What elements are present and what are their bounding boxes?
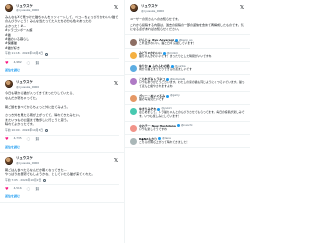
tweet-1[interactable]: リュウスケ @ryusuke_0000 𝕏 みんなもXで見つけた猫ちゃんをリツイ… — [0, 0, 124, 77]
reply-avatar[interactable] — [130, 78, 137, 86]
tweet-2[interactable]: リュウスケ @ryusuke_0000 𝕏 今日も朝から猫が入ってきてまったりし… — [0, 76, 124, 153]
reply-avatar[interactable] — [130, 52, 137, 60]
avatar[interactable] — [5, 80, 13, 89]
tweet-meta: 午前 7:05 · 2024年10月2日 — [5, 178, 119, 183]
reply-avatar[interactable] — [130, 39, 137, 47]
reply-item[interactable]: みどり#かわいい @midori 猫ちゃんかわいいです！まったりとした時間がいいです… — [125, 49, 250, 63]
tweet-time[interactable]: 午前 11:18 · 2024年10月4日 — [5, 51, 43, 56]
heart-icon[interactable]: ♥ — [5, 186, 9, 191]
avatar[interactable] — [5, 4, 13, 12]
tweet-3[interactable]: リュウスケ @ryusuke_0000 𝕏 朝ごはん食べたらなんだか眠くなってき… — [0, 153, 124, 203]
tweet-header: リュウスケ @ryusuke_0000 𝕏 — [5, 3, 119, 13]
tweet-header: リュウスケ @ryusuke_0000 𝕏 — [5, 79, 119, 89]
author-handle[interactable]: @ryusuke_0000 — [16, 161, 113, 165]
reply-item[interactable]: ゆきりみぞれ @yukiri はじめまして。トラ猫ちゃんとのんびりさせてもらってます… — [125, 105, 250, 122]
heart-icon[interactable]: ♥ — [5, 60, 9, 65]
reply-item[interactable]: けんじ🍙 Ryu Aoyaragi @kenji_ao これはかわいい。猫と日々 応… — [125, 36, 250, 50]
reply-content: なおチー New Hashdana @naochi いつも楽しそうですね — [139, 124, 245, 132]
author-handle[interactable]: @ryusuke_0000 — [141, 9, 239, 13]
reply-text: これはかわいい。猫と日々 応援しています！ — [139, 41, 196, 46]
tweet-time[interactable]: 午前 7:05 · 2024年10月2日 — [5, 178, 41, 183]
reply-icon[interactable]: ◌ — [27, 60, 31, 65]
reply-avatar[interactable] — [130, 95, 137, 103]
reply-item[interactable]: ガリー・ぬいぐるみ @garry 猫の写真見たいです — [125, 92, 250, 106]
like-count: 4,982 — [13, 59, 22, 64]
verified-badge-icon — [165, 94, 169, 98]
author: リュウスケ @ryusuke_0000 — [16, 4, 113, 13]
reply-avatar[interactable] — [130, 65, 137, 73]
tweet-actions: ♥ 4,982 ◌ ⛓ — [5, 58, 119, 66]
right-thread: リュウスケ @ryusuke_0000 𝕏 ユーザーの皆さんへのお知らせです。 … — [125, 0, 250, 243]
thread-header: リュウスケ @ryusuke_0000 𝕏 — [125, 0, 250, 16]
reply-icon[interactable]: ◌ — [27, 137, 31, 141]
reply-list: けんじ🍙 Ryu Aoyaragi @kenji_ao これはかわいい。猫と日々 応… — [125, 36, 250, 148]
reply-avatar[interactable] — [130, 108, 137, 116]
author: リュウスケ @ryusuke_0000 — [141, 4, 239, 13]
left-timeline: リュウスケ @ryusuke_0000 𝕏 みんなもXで見つけた猫ちゃんをリツイ… — [0, 0, 125, 243]
author: リュウスケ @ryusuke_0000 — [16, 80, 113, 89]
reply-content: R●NAもかり @rena こちらの雨も上がって晴れてきました！ — [139, 137, 245, 145]
tweet-text: 朝ごはん食べたらなんだか眠くなってきた… やっぱりお昼寝でもしようかな、としてい… — [5, 167, 95, 177]
reply-item[interactable]: こもれび＆トラネコ @komorebi いつもありがとうございます。わたしの家の猫も… — [125, 75, 250, 93]
tweet-text: 今日も朝から猫が入ってきてまったりしていたら、 なんだか寝ちゃってた。 朝ご飯を… — [5, 91, 82, 127]
avatar[interactable] — [5, 156, 13, 165]
heart-icon[interactable]: ♥ — [5, 137, 9, 141]
reply-text: いつもありがとうございます。わたしの家の猫も同じようにくつろいでいます。猫ってほ… — [139, 80, 245, 89]
reply-text: こちらの雨も上がって晴れてきました！ — [139, 139, 190, 144]
thread-title: ユーザーの皆さんへのお知らせです。 — [130, 16, 181, 21]
author-handle[interactable]: @ryusuke_0000 — [16, 85, 113, 89]
reply-author-handle[interactable]: @garry — [170, 94, 180, 98]
reply-text: 朝から猫とまったりできるの羨ましいです — [139, 67, 192, 72]
reply-content: ゆりか ● ふわふわの猫 @yurika 朝から猫とまったりできるの羨ましいです — [139, 64, 245, 72]
read-replies-button[interactable]: 返信を読む — [5, 192, 119, 201]
info-icon[interactable] — [45, 52, 49, 56]
thread-body: これから投稿する内容は、過去の投稿の一部の返信を含めて再構成したものです。気にな… — [130, 23, 244, 32]
tweet-text: みんなもXで見つけた猫ちゃんをリツイートして、ペコ…ちょっぴりかわいい猫で のん… — [5, 15, 119, 50]
read-replies-button[interactable]: 返信を読む — [5, 143, 119, 152]
like-count: 4,735 — [13, 136, 22, 141]
page: リュウスケ @ryusuke_0000 𝕏 みんなもXで見つけた猫ちゃんをリツイ… — [0, 0, 250, 243]
read-replies-button[interactable]: 返信を読む — [5, 66, 119, 75]
reply-content: みどり#かわいい @midori 猫ちゃんかわいいです！まったりとした時間がいいです… — [139, 51, 245, 59]
tweet-actions: ♥ 4,735 ◌ ⛓ — [5, 134, 119, 143]
link-icon[interactable]: ⛓ — [35, 137, 40, 141]
reply-text: 猫の写真見たいです — [139, 97, 165, 102]
tweet-actions: ♥ 4,516 ◌ ⛓ — [5, 184, 119, 192]
reply-avatar[interactable] — [130, 137, 137, 145]
reply-text: いつも楽しそうですね — [139, 126, 167, 131]
x-logo-icon[interactable]: 𝕏 — [239, 5, 245, 11]
reply-icon[interactable]: ◌ — [27, 186, 31, 191]
x-logo-icon[interactable]: 𝕏 — [113, 5, 119, 11]
reply-content: こもれび＆トラネコ @komorebi いつもありがとうございます。わたしの家の猫も… — [139, 77, 245, 89]
tweet-meta: 午前 10:00 · 2024年10月3日 — [5, 128, 119, 133]
tweet-header: リュウスケ @ryusuke_0000 𝕏 — [5, 156, 119, 166]
x-logo-icon[interactable]: 𝕏 — [113, 81, 119, 87]
reply-item[interactable]: R●NAもかり @rena こちらの雨も上がって晴れてきました！ — [125, 135, 250, 148]
divider — [125, 34, 250, 36]
reply-item[interactable]: ゆりか ● ふわふわの猫 @yurika 朝から猫とまったりできるの羨ましいです — [125, 62, 250, 76]
reply-content: ゆきりみぞれ @yukiri はじめまして。トラ猫ちゃんとのんびりさせてもらってます… — [139, 107, 245, 119]
reply-content: けんじ🍙 Ryu Aoyaragi @kenji_ao これはかわいい。猫と日々 応… — [139, 38, 245, 46]
tweet-meta: 午前 11:18 · 2024年10月4日 — [5, 51, 119, 56]
author: リュウスケ @ryusuke_0000 — [16, 156, 113, 165]
reply-text: はじめまして。トラ猫ちゃんとのんびりさせてもらってます。毎日の投稿が楽しみです。… — [139, 110, 245, 118]
reply-avatar[interactable] — [130, 124, 137, 132]
x-logo-icon[interactable]: 𝕏 — [113, 158, 119, 164]
reply-text: 猫ちゃんかわいいです！まったりとした時間がいいですね — [139, 54, 212, 59]
tweet-time[interactable]: 午前 10:00 · 2024年10月3日 — [5, 128, 43, 133]
info-icon[interactable] — [45, 129, 49, 133]
info-icon[interactable] — [43, 178, 47, 182]
reply-item[interactable]: なおチー New Hashdana @naochi いつも楽しそうですね — [125, 122, 250, 135]
link-icon[interactable]: ⛓ — [35, 187, 40, 191]
reply-content: ガリー・ぬいぐるみ @garry 猫の写真見たいです — [139, 94, 245, 102]
author-handle[interactable]: @ryusuke_0000 — [16, 8, 113, 12]
link-icon[interactable]: ⛓ — [35, 61, 40, 65]
like-count: 4,516 — [13, 185, 22, 190]
reply-author-handle[interactable]: @naochi — [181, 124, 193, 128]
avatar[interactable] — [130, 4, 138, 13]
